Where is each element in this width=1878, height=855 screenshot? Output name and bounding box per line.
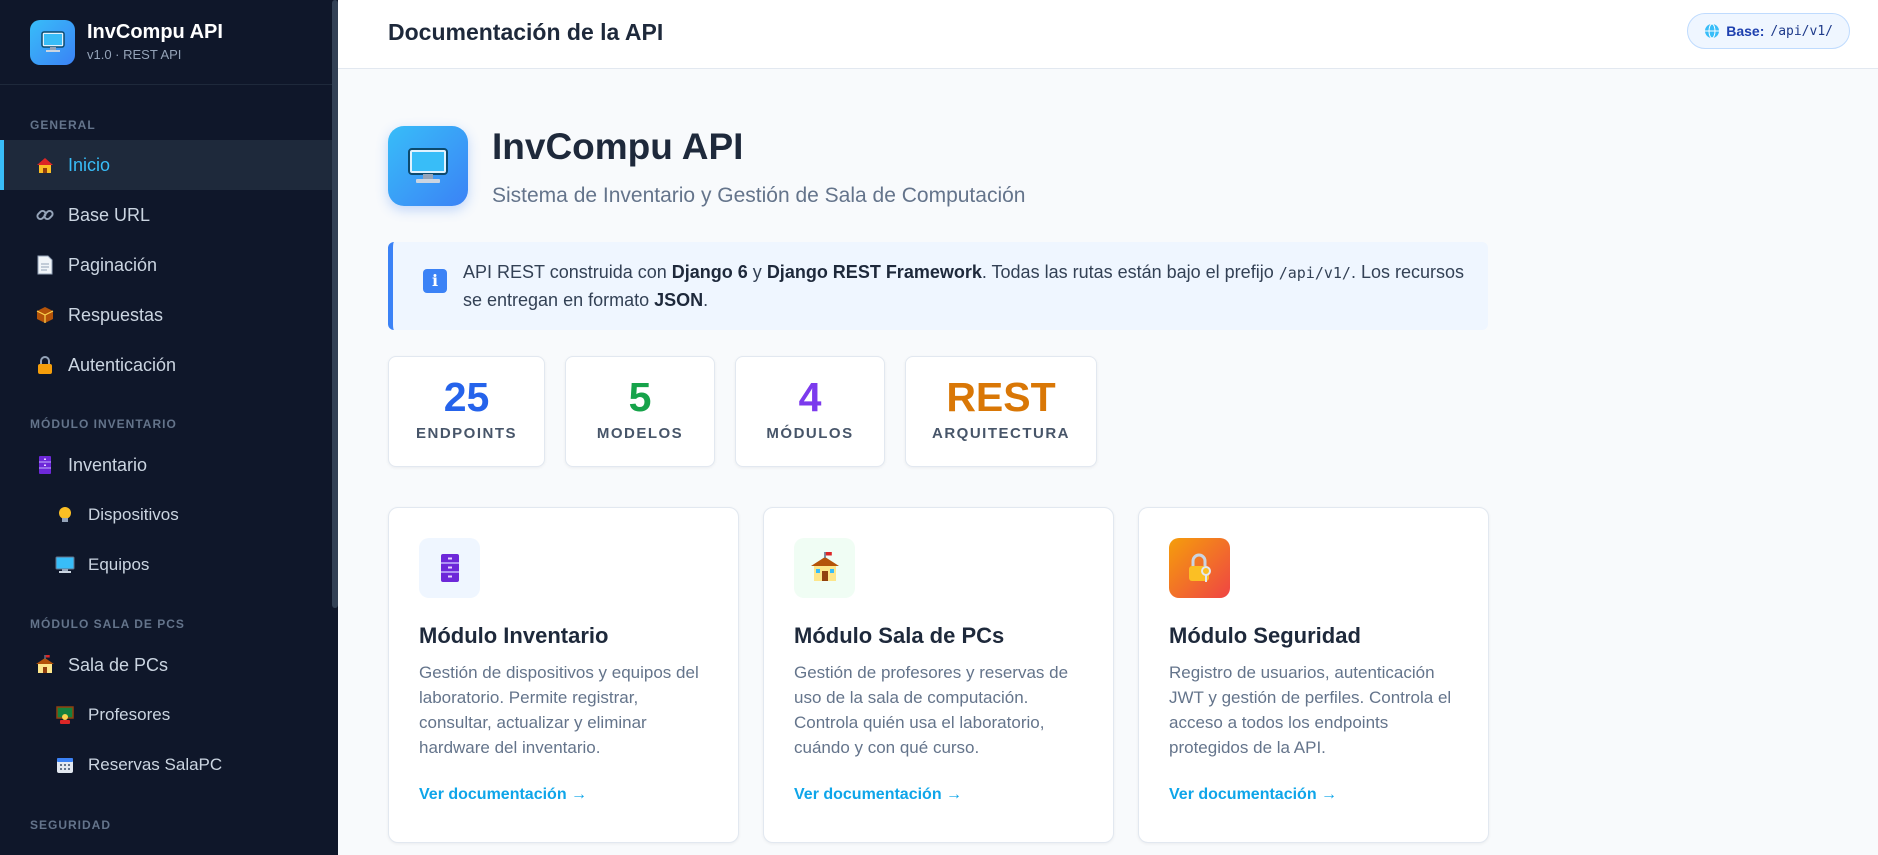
sidebar-item-label: Respuestas [68,304,164,325]
info-callout: i API REST construida con Django 6 y Dja… [388,242,1488,330]
sidebar-item-label: Equipos [88,555,150,574]
card-description: Registro de usuarios, autenticación JWT … [1169,663,1452,757]
card-description: Gestión de profesores y reservas de uso … [794,663,1069,757]
hero-title: InvCompu API [492,126,744,167]
cabinet-icon [34,454,56,476]
sidebar-item-reservas[interactable]: Reservas SalaPC [0,740,332,790]
page-icon [34,254,56,276]
stat-label: MÓDULOS [766,425,854,442]
sidebar-item-respuestas[interactable]: Respuestas [0,290,332,340]
brand-title: InvCompu API [87,21,223,43]
lock-key-icon [1169,538,1230,598]
topbar: Documentación de la API Base: /api/v1/ [338,0,1878,69]
card-title: Módulo Seguridad [1169,623,1361,648]
card-title: Módulo Sala de PCs [794,623,1005,648]
view-docs-link[interactable]: Ver documentación → [419,786,587,804]
nav-section-general: GENERAL [30,118,96,132]
sidebar-item-inventario[interactable]: Inventario [0,440,332,490]
sidebar-item-label: Base URL [68,204,151,225]
school-icon [794,538,855,598]
stat-card-endpoints: 25 ENDPOINTS [388,356,545,467]
sidebar-item-equipos[interactable]: Equipos [0,540,332,590]
stat-value: 25 [443,374,490,420]
sidebar-item-inicio[interactable]: Inicio [0,140,332,190]
base-url-badge[interactable]: Base: /api/v1/ [1687,13,1850,49]
house-icon [34,154,56,176]
calendar-icon [54,754,76,776]
bulb-icon [54,504,76,526]
computer-icon [30,19,75,65]
stat-label: ENDPOINTS [415,425,517,442]
sidebar-scrollbar[interactable] [332,0,338,608]
stat-label: ARQUITECTURA [932,425,1070,442]
link-icon [34,204,56,226]
info-bold: Django REST Framework [766,262,982,282]
info-code: /api/v1/ [1278,264,1351,282]
sidebar-item-autenticacion[interactable]: Autenticación [0,340,332,390]
stat-card-modulos: 4 MÓDULOS [735,356,885,467]
sidebar-item-label: Profesores [88,705,171,724]
info-bold: Django 6 [671,262,748,282]
module-card-seguridad[interactable]: Módulo Seguridad Registro de usuarios, a… [1138,507,1489,843]
sidebar-item-label: Paginación [68,254,158,275]
card-title: Módulo Inventario [419,623,609,648]
sidebar-item-label: Sala de PCs [68,654,169,675]
sidebar-item-sala-de-pcs[interactable]: Sala de PCs [0,640,332,690]
base-path: /api/v1/ [1770,23,1833,39]
sidebar-item-label: Autenticación [68,354,177,375]
package-icon [34,304,56,326]
sidebar: InvCompu API v1.0 · REST API GENERAL Ini… [0,0,338,855]
lock-icon [34,354,56,376]
nav-section-sala: MÓDULO SALA DE PCS [30,617,185,631]
nav-section-seguridad: SEGURIDAD [30,818,112,832]
sidebar-item-base-url[interactable]: Base URL [0,190,332,240]
view-docs-link[interactable]: Ver documentación → [1169,786,1337,804]
info-bold: JSON [654,290,704,310]
base-label: Base: [1726,23,1765,39]
sidebar-item-label: Inventario [68,454,148,475]
sidebar-item-label: Inicio [68,154,111,175]
stat-value: REST [946,374,1056,420]
stat-card-modelos: 5 MODELOS [565,356,715,467]
sidebar-item-label: Dispositivos [88,505,179,524]
page-title: Documentación de la API [388,19,664,45]
brand-subtitle: v1.0 · REST API [87,47,182,62]
module-card-sala[interactable]: Módulo Sala de PCs Gestión de profesores… [763,507,1114,843]
hero-computer-icon [388,126,468,206]
globe-icon [1704,23,1720,39]
hero-subtitle: Sistema de Inventario y Gestión de Sala … [492,184,1026,207]
info-text: y [747,262,767,282]
module-card-inventario[interactable]: Módulo Inventario Gestión de dispositivo… [388,507,739,843]
teacher-icon [54,704,76,726]
cabinet-icon [419,538,480,598]
stat-label: MODELOS [596,425,684,442]
info-text: . Todas las rutas están bajo el prefijo [981,262,1279,282]
view-docs-link[interactable]: Ver documentación → [794,786,962,804]
sidebar-item-label: Reservas SalaPC [88,755,223,774]
sidebar-item-dispositivos[interactable]: Dispositivos [0,490,332,540]
sidebar-item-paginacion[interactable]: Paginación [0,240,332,290]
stat-value: 5 [628,374,652,420]
computer-icon [54,554,76,576]
nav-section-inventario: MÓDULO INVENTARIO [30,417,177,431]
info-text: . [703,290,709,310]
info-text: API REST construida con [463,262,672,282]
school-icon [34,654,56,676]
sidebar-item-profesores[interactable]: Profesores [0,690,332,740]
stat-card-arquitectura: REST ARQUITECTURA [905,356,1097,467]
info-icon: i [423,269,447,293]
stat-value: 4 [798,374,822,420]
card-description: Gestión de dispositivos y equipos del la… [419,663,699,757]
brand[interactable]: InvCompu API v1.0 · REST API [0,0,338,85]
